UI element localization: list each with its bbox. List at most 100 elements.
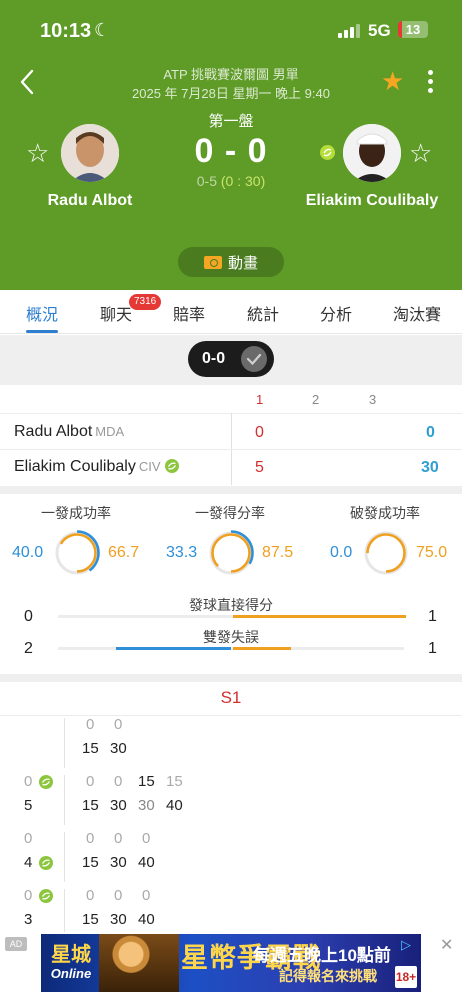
point-top: 0 [86, 773, 95, 790]
network-label: 5G [368, 21, 391, 40]
game-score-bottom: 3 [24, 911, 33, 928]
ad-logo: 星城 Online [45, 936, 97, 990]
point-bottom: 40 [166, 797, 183, 814]
stat-title-aces: 發球直接得分 [189, 597, 273, 613]
ad-age-rating: 18+ [395, 966, 417, 988]
score-toggle[interactable]: 0-0 [188, 341, 274, 377]
battery-level: 13 [405, 22, 421, 37]
moon-icon: ☾ [94, 20, 111, 40]
point-bottom: 40 [138, 911, 155, 928]
set-section-label: S1 [220, 688, 242, 707]
pitch-icon [203, 255, 222, 269]
tab-analysis[interactable]: 分析 [320, 301, 352, 325]
player2-country: CIV [138, 459, 161, 474]
more-options-icon[interactable] [424, 70, 436, 96]
player1-name[interactable]: Radu Albot [0, 192, 180, 210]
player2-avatar[interactable] [343, 124, 401, 182]
point-top: 0 [86, 830, 95, 847]
ring-arc-right [366, 533, 406, 573]
tab-knockout[interactable]: 淘汰賽 [393, 301, 441, 325]
serving-icon [164, 459, 179, 473]
check-icon [241, 346, 267, 372]
serving-indicator-icon [320, 145, 335, 160]
animation-label: 動畫 [227, 254, 258, 272]
scoreboard-player2[interactable]: Eliakim Coulibaly CIV [14, 458, 179, 476]
point-bottom: 30 [110, 740, 127, 757]
signal-icon [338, 24, 360, 38]
status-time: 10:13 [40, 20, 92, 42]
stat-title-first-serve-won: 一發得分率 [195, 505, 265, 521]
player2-set1-score: 5 [255, 459, 264, 476]
server-icon [39, 889, 53, 903]
ad-logo-top: 星城 [51, 944, 91, 966]
tab-bar: 概況 聊天 賠率 統計 分析 淘汰賽 [0, 290, 462, 334]
divider [64, 832, 65, 882]
stat-left-value: 33.3 [166, 544, 198, 561]
ad-banner[interactable]: 星城 Online 星幣爭霸戰 每週五晚上10點前 記得報名來挑戰 18+ ▷ [41, 934, 421, 992]
bar-track [58, 647, 404, 650]
game-score: 0-5 (0 : 30) [0, 173, 462, 189]
ad-line1: 每週五晚上10點前 [253, 946, 391, 965]
divider [64, 718, 65, 768]
point-top: 0 [114, 887, 123, 904]
point-bottom: 30 [110, 797, 127, 814]
points-value: (0 : 30) [220, 173, 266, 189]
ad-choices-icon[interactable]: ▷ [401, 937, 411, 953]
server-icon [39, 856, 53, 870]
favorite-player2-star-icon[interactable]: ☆ [409, 138, 432, 168]
ad-banner-container: AD 星城 Online 星幣爭霸戰 每週五晚上10點前 記得報名來挑戰 18+… [0, 932, 462, 1000]
close-icon[interactable]: ✕ [440, 935, 453, 955]
point-top: 0 [114, 773, 123, 790]
tab-stats[interactable]: 統計 [247, 301, 279, 325]
player2-name[interactable]: Eliakim Coulibaly [292, 192, 452, 210]
point-top: 0 [114, 716, 123, 733]
stat-title-break-points: 破發成功率 [350, 505, 420, 521]
favorite-match-star-icon[interactable]: ★ [381, 66, 404, 96]
tab-odds[interactable]: 賠率 [173, 301, 205, 325]
active-tab-indicator [26, 330, 58, 333]
point-bottom: 15 [82, 797, 99, 814]
stat-right-value: 75.0 [416, 544, 448, 561]
player1-points: 0 [426, 424, 435, 441]
games-value: 0-5 [196, 173, 217, 189]
divider [64, 775, 65, 825]
server-icon [39, 775, 53, 789]
scoreboard-player1[interactable]: Radu Albot MDA [14, 423, 124, 441]
tab-chat[interactable]: 聊天 [100, 301, 132, 325]
game-score-top: 0 [24, 830, 33, 847]
point-bottom: 40 [138, 854, 155, 871]
animation-button[interactable]: 動畫 [178, 247, 284, 277]
aces-right: 1 [428, 608, 437, 625]
stat-right-value: 66.7 [108, 544, 140, 561]
game-score-bottom: 4 [24, 854, 33, 871]
ring-arc-right [211, 533, 251, 573]
df-left-bar [115, 647, 231, 650]
status-bar: 10:13 ☾ 5G 13 [0, 18, 462, 46]
scoreboard-player2-name: Eliakim Coulibaly [14, 458, 136, 475]
divider [0, 715, 462, 716]
game-score-top: 0 [24, 887, 33, 904]
ad-logo-bottom: Online [50, 966, 92, 981]
ad-tag: AD [5, 937, 27, 951]
divider [0, 449, 462, 450]
player2-points: 30 [421, 459, 439, 476]
game-score-top: 0 [24, 773, 33, 790]
current-set-label: 第一盤 [208, 113, 254, 130]
tab-overview[interactable]: 概況 [26, 301, 58, 325]
df-left: 2 [24, 640, 33, 657]
game-score-bottom: 5 [24, 797, 33, 814]
player1-country: MDA [95, 424, 125, 439]
point-top: 0 [142, 887, 151, 904]
point-bottom: 30 [138, 797, 155, 814]
aces-left: 0 [24, 608, 33, 625]
stat-title-double-faults: 雙發失誤 [203, 629, 259, 645]
section-gap [0, 674, 462, 682]
aces-right-bar [233, 615, 406, 618]
ring-chart [364, 531, 408, 575]
ring-chart [208, 530, 254, 576]
stat-right-value: 87.5 [262, 544, 294, 561]
point-top: 15 [138, 773, 155, 790]
match-header: 10:13 ☾ 5G 13 ATP 挑戰賽波爾圖 男單 2025 年 7月28日… [0, 0, 462, 290]
stat-left-value: 40.0 [12, 544, 44, 561]
chat-count-badge: 7316 [129, 294, 162, 310]
